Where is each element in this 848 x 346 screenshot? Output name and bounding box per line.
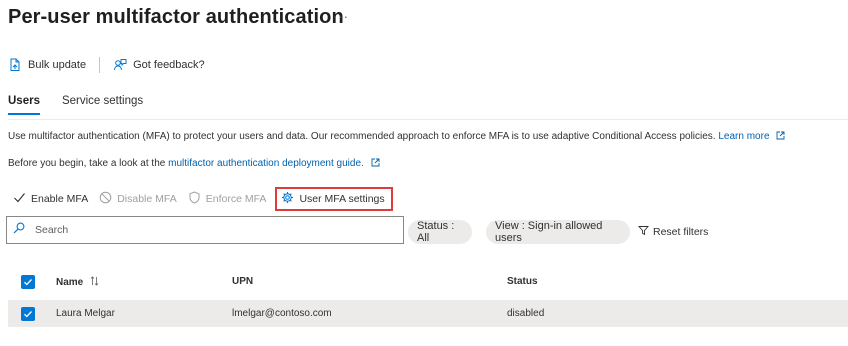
user-status-cell: disabled	[507, 308, 545, 319]
column-header-name-label: Name	[56, 277, 84, 288]
search-icon	[13, 221, 25, 239]
mfa-description: Use multifactor authentication (MFA) to …	[8, 131, 785, 143]
enable-mfa-label: Enable MFA	[31, 193, 89, 205]
deployment-guide-link[interactable]: multifactor authentication deployment gu…	[168, 158, 364, 169]
mfa-description-text: Use multifactor authentication (MFA) to …	[8, 131, 716, 142]
select-all-checkbox[interactable]	[21, 275, 35, 289]
toolbar-divider	[99, 57, 101, 73]
bulk-update-icon	[8, 58, 22, 72]
reset-filters-button[interactable]: Reset filters	[638, 225, 708, 239]
external-link-icon	[776, 131, 785, 143]
filter-icon	[638, 225, 649, 239]
tab-service-settings[interactable]: Service settings	[62, 95, 143, 115]
disable-mfa-button[interactable]: Disable MFA	[99, 191, 177, 207]
shield-icon	[188, 191, 201, 207]
column-header-name[interactable]: Name	[56, 276, 99, 289]
bulk-update-label: Bulk update	[28, 59, 87, 71]
table-row[interactable]	[8, 300, 848, 327]
feedback-button[interactable]: Got feedback?	[113, 58, 205, 72]
disable-mfa-label: Disable MFA	[117, 193, 177, 205]
checkmark-icon	[13, 191, 26, 207]
deployment-guide-text: Before you begin, take a look at the	[8, 158, 166, 169]
checkmark-icon	[24, 311, 32, 318]
user-mfa-settings-label: User MFA settings	[299, 193, 385, 205]
block-icon	[99, 191, 112, 207]
tab-users[interactable]: Users	[8, 95, 40, 115]
checkmark-icon	[24, 279, 32, 286]
reset-filters-label: Reset filters	[653, 226, 709, 238]
mfa-action-bar: Enable MFA Disable MFA Enforce MFA User …	[13, 187, 404, 211]
tab-list: Users Service settings	[8, 95, 165, 115]
sort-icon[interactable]	[90, 276, 99, 289]
column-header-upn[interactable]: UPN	[232, 276, 253, 287]
enforce-mfa-button[interactable]: Enforce MFA	[188, 191, 267, 207]
search-input[interactable]	[35, 224, 375, 236]
row-checkbox[interactable]	[21, 307, 35, 321]
page-title: Per-user multifactor authentication	[8, 6, 344, 28]
user-name-cell: Laura Melgar	[56, 308, 115, 319]
feedback-label: Got feedback?	[133, 59, 205, 71]
deployment-guide-note: Before you begin, take a look at the mul…	[8, 158, 380, 170]
command-bar: Bulk update Got feedback?	[8, 54, 205, 76]
feedback-icon	[113, 58, 127, 72]
user-mfa-settings-button[interactable]: User MFA settings	[275, 187, 393, 211]
more-options-button[interactable]: ···	[333, 9, 349, 24]
learn-more-link[interactable]: Learn more	[718, 131, 769, 142]
view-filter[interactable]: View : Sign-in allowed users	[486, 220, 630, 244]
bulk-update-button[interactable]: Bulk update	[8, 58, 86, 72]
tabs-divider	[8, 119, 848, 120]
external-link-icon	[371, 158, 380, 170]
search-box	[6, 216, 404, 244]
user-upn-cell: lmelgar@contoso.com	[232, 308, 332, 319]
enforce-mfa-label: Enforce MFA	[205, 193, 267, 205]
status-filter[interactable]: Status : All	[408, 220, 472, 244]
enable-mfa-button[interactable]: Enable MFA	[13, 191, 88, 207]
gear-icon	[281, 191, 294, 207]
column-header-status[interactable]: Status	[507, 276, 538, 287]
